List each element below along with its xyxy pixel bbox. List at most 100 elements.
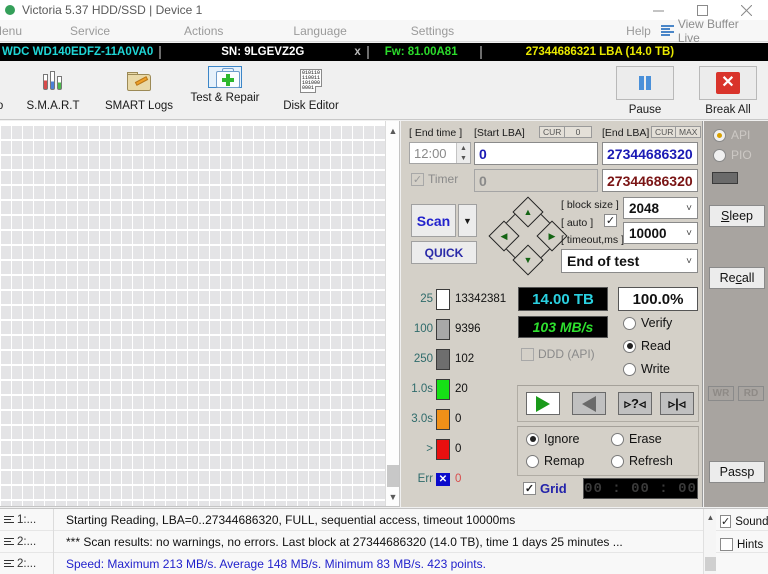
end-of-test-select[interactable]: End of test ˅ [561, 249, 698, 273]
radio-button[interactable] [611, 454, 624, 468]
sleep-button[interactable]: SSleepleep [709, 205, 765, 227]
scroll-up-icon[interactable]: ▲ [386, 123, 399, 139]
radio-button[interactable] [623, 339, 636, 353]
scan-dropdown-button[interactable]: ▼ [458, 204, 477, 237]
recall-button[interactable]: Recall [709, 267, 765, 289]
rd-button[interactable]: RD [738, 386, 764, 401]
log-row-number: 1:... [0, 508, 54, 531]
sound-checkbox-box[interactable]: ✓ [720, 515, 732, 528]
block-size-select[interactable]: 2048 ˅ [623, 197, 698, 219]
random-jump-button[interactable]: ▹?◃ [618, 392, 652, 415]
red-x-icon: ✕ [699, 66, 757, 100]
scrollbar-thumb[interactable] [387, 465, 399, 487]
log-row[interactable]: 1:... Starting Reading, LBA=0..273446863… [0, 508, 768, 531]
start-lba-input[interactable]: 0 [474, 142, 598, 165]
log-scrollbar[interactable]: ▲ [703, 509, 716, 574]
wr-button[interactable]: WR [708, 386, 734, 401]
stat-row: 250 102 [406, 344, 511, 374]
device-firmware: Fw: 81.00A81 [384, 46, 458, 58]
toolbar-item-pause[interactable]: Pause [602, 61, 688, 119]
spinner-arrows[interactable]: ▲ ▼ [456, 143, 470, 163]
radio-button[interactable] [526, 454, 539, 468]
timeout-select[interactable]: 10000 ˅ [623, 222, 698, 244]
device-close-mark[interactable]: x [354, 46, 360, 58]
mode-radio-read[interactable]: Read [623, 339, 671, 353]
radio-button[interactable] [611, 432, 624, 446]
action-radio-erase[interactable]: Erase [611, 432, 662, 446]
scan-button-label: Scan [416, 212, 451, 229]
radio-button[interactable] [623, 362, 636, 376]
menu-item-language[interactable]: Language [283, 24, 356, 38]
radio-button[interactable] [623, 316, 636, 330]
scan-button[interactable]: Scan [411, 204, 456, 237]
log-row[interactable]: 2:... Speed: Maximum 213 MB/s. Average 1… [0, 552, 768, 574]
list-icon [660, 24, 674, 37]
scroll-down-icon[interactable]: ▼ [386, 489, 399, 505]
start-lba-zero-button[interactable]: 0 [564, 126, 592, 138]
ddd-api-checkbox[interactable]: DDD (API) [521, 347, 595, 361]
stat-swatch [436, 348, 450, 370]
quick-button[interactable]: QUICK [411, 241, 477, 264]
api-radio[interactable]: API [713, 128, 750, 142]
menu-item-service[interactable]: Service [60, 24, 120, 38]
grid-checkbox-box[interactable]: ✓ [523, 482, 536, 495]
pio-radio[interactable]: PIO [713, 148, 752, 162]
toolbar-item-disk-editor[interactable]: 010110 110011 101000 0001 Disk Editor [268, 61, 354, 119]
action-radio-remap[interactable]: Remap [526, 454, 584, 468]
action-radio-refresh[interactable]: Refresh [611, 454, 673, 468]
hints-checkbox[interactable]: Hints [720, 538, 768, 551]
toolbar-item-drive-info[interactable]: i ve Info [0, 61, 10, 119]
radio-button[interactable] [526, 432, 539, 446]
action-radio-ignore[interactable]: Ignore [526, 432, 579, 446]
view-buffer-live-button[interactable]: View Buffer Live [660, 17, 768, 45]
stat-row: 25 13342381 [406, 284, 511, 314]
hints-checkbox-box[interactable] [720, 538, 733, 551]
toolbar-item-break-all[interactable]: ✕ Break All [688, 61, 768, 119]
toolbar-item-smart-logs[interactable]: SMART Logs [96, 61, 182, 119]
navigation-dpad[interactable]: ▲ ◀ ▶ ▼ [488, 196, 568, 276]
end-lba-value: 27344686320 [607, 145, 693, 162]
spinner-up-icon[interactable]: ▲ [457, 143, 470, 153]
log-message: Starting Reading, LBA=0..27344686320, FU… [66, 512, 516, 527]
scrollbar-thumb[interactable] [705, 557, 716, 571]
auto-checkbox[interactable]: ✓ [604, 214, 617, 227]
info-icon: i [0, 66, 3, 96]
timer-checkbox-box[interactable]: ✓ [411, 172, 424, 186]
toolbar-item-test-repair[interactable]: Test & Repair [182, 61, 268, 119]
radio-button[interactable] [713, 128, 726, 142]
toolbar-label-disk-editor: Disk Editor [283, 100, 339, 112]
toolbar-item-smart[interactable]: S.M.A.R.T [10, 61, 96, 119]
play-backward-button[interactable] [572, 392, 606, 415]
end-lba-cur-button[interactable]: CUR [651, 126, 678, 138]
radio-button[interactable] [713, 148, 726, 162]
error-x-icon: ✕ [436, 472, 450, 486]
end-time-input[interactable]: 12:00 ▲ ▼ [409, 142, 471, 164]
jump-to-end-button[interactable]: ▹|◃ [660, 392, 694, 415]
start-lba-secondary-input[interactable]: 0 [474, 169, 598, 192]
menu-item-settings[interactable]: Settings [401, 24, 464, 38]
end-lba-max-button[interactable]: MAX [675, 126, 702, 138]
ddd-checkbox-box[interactable] [521, 347, 534, 361]
end-lba-input[interactable]: 27344686320 [602, 142, 698, 165]
start-lba-cur-button[interactable]: CUR [539, 126, 566, 138]
play-forward-button[interactable] [526, 392, 560, 415]
menu-item-menu[interactable]: Menu [0, 24, 32, 38]
end-lba-secondary-input[interactable]: 27344686320 [602, 169, 698, 192]
log-row[interactable]: 2:... *** Scan results: no warnings, no … [0, 530, 768, 553]
passp-button[interactable]: Passp [709, 461, 765, 483]
stat-threshold: Err [417, 473, 433, 485]
mode-radio-verify[interactable]: Verify [623, 316, 672, 330]
scan-block-grid[interactable] [0, 124, 386, 506]
spinner-down-icon[interactable]: ▼ [457, 153, 470, 163]
stat-swatch [436, 408, 450, 430]
scan-map-scrollbar[interactable]: ▲ ▼ [385, 121, 399, 506]
menu-item-help[interactable]: Help [616, 24, 661, 38]
log-message: Speed: Maximum 213 MB/s. Average 148 MB/… [66, 556, 486, 571]
menu-item-actions[interactable]: Actions [174, 24, 233, 38]
mode-radio-write[interactable]: Write [623, 362, 670, 376]
log-line-icon [4, 515, 14, 525]
recall-label: Recall [719, 271, 755, 285]
grid-checkbox[interactable]: ✓ Grid [523, 481, 567, 496]
timer-checkbox[interactable]: ✓ Timer [411, 172, 458, 186]
sound-checkbox[interactable]: ✓ Sound [720, 515, 768, 528]
